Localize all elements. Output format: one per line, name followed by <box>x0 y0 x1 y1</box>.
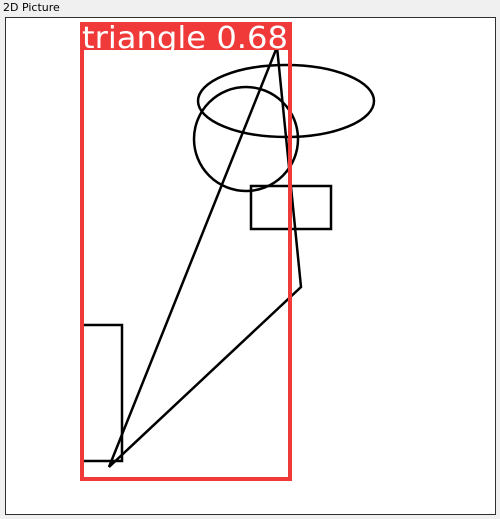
l-shape <box>82 323 124 463</box>
shapes-layer <box>82 46 376 468</box>
scene-drawing: triangle 0.68 <box>80 21 376 481</box>
picture-window: 2D Picture triangle 0.68 <box>0 0 500 519</box>
triangle-shape <box>107 46 303 468</box>
detection-label: triangle 0.68 <box>82 21 288 56</box>
